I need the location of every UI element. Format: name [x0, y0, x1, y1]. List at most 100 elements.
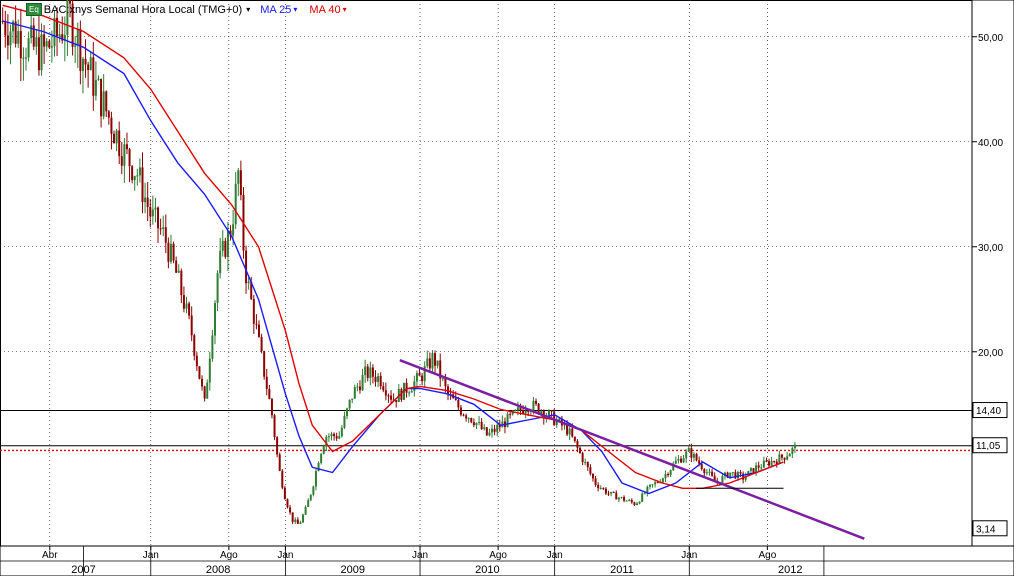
- symbol-label[interactable]: BAC:xnys Semanal Hora Local (TMG+0): [44, 4, 242, 16]
- price-bar-body: [491, 428, 494, 433]
- price-bar-body: [167, 242, 170, 262]
- price-axis: [971, 0, 1014, 547]
- price-bar-body: [320, 453, 323, 463]
- price-bar-body: [177, 270, 180, 273]
- price-bar-body: [348, 399, 351, 409]
- price-bar-body: [654, 482, 657, 485]
- symbol-dropdown-icon[interactable]: ▾: [246, 5, 250, 14]
- price-bar-body: [695, 453, 698, 461]
- price-bar-body: [314, 471, 317, 487]
- price-bar-body: [299, 522, 302, 524]
- price-bar-body: [149, 206, 152, 217]
- price-bar-body: [711, 471, 714, 476]
- price-bar-body: [159, 228, 162, 230]
- price-bar-body: [431, 353, 434, 369]
- price-bar-body: [162, 227, 165, 229]
- price-bar-body: [413, 381, 416, 391]
- price-bar-body: [708, 471, 711, 473]
- price-bar-body: [374, 376, 377, 382]
- price-bar-body: [382, 386, 385, 391]
- price-bar-body: [353, 387, 356, 399]
- price-bar-body: [739, 472, 742, 474]
- price-bar-body: [623, 497, 626, 501]
- price-bar-body: [483, 427, 486, 430]
- price-bar-body: [128, 149, 131, 167]
- price-bar-body: [506, 413, 509, 428]
- ma40-dropdown-icon[interactable]: ▾: [343, 5, 347, 14]
- price-bar-body: [340, 427, 343, 437]
- moving-averages: [2, 4, 784, 495]
- month-label: Abr: [42, 550, 58, 561]
- price-bar-body: [387, 395, 390, 397]
- price-bar-body: [524, 411, 527, 414]
- price-bar-body: [656, 482, 659, 484]
- price-bar-body: [615, 492, 618, 500]
- ma25-dropdown-icon[interactable]: ▾: [293, 5, 297, 14]
- price-bar-body: [371, 367, 374, 377]
- price-bar-body: [237, 170, 240, 184]
- price-bar-body: [87, 64, 90, 71]
- ma40-label[interactable]: MA 40: [309, 4, 340, 16]
- price-bar-body: [110, 117, 113, 134]
- ma25-label[interactable]: MA 25: [260, 4, 291, 16]
- price-bar-body: [612, 491, 615, 493]
- price-bar-body: [791, 448, 794, 454]
- price-bar-body: [594, 478, 597, 485]
- price-bar-body: [263, 351, 266, 377]
- price-bar-body: [692, 453, 695, 458]
- price-bar-body: [226, 230, 229, 257]
- price-bar-body: [188, 303, 191, 316]
- price-bar-body: [786, 456, 789, 460]
- price-bar-body: [379, 375, 382, 387]
- price-bar-body: [514, 409, 517, 411]
- price-bar-body: [133, 176, 136, 181]
- price-bar-body: [232, 224, 235, 236]
- price-bar-body: [364, 366, 367, 376]
- price-bar-body: [154, 207, 157, 210]
- price-bar-body: [30, 25, 33, 39]
- price-bar-body: [289, 507, 292, 513]
- price-bar-body: [576, 440, 579, 448]
- price-bar-body: [120, 156, 123, 166]
- price-bar-body: [24, 57, 27, 59]
- price-bar-body: [680, 458, 683, 463]
- price-bar-body: [408, 392, 411, 394]
- price-bar-body: [571, 428, 574, 437]
- price-bar-body: [736, 472, 739, 479]
- price-bar-body: [635, 503, 638, 505]
- price-chart[interactable]: 50,0040,0030,0020,0014,4011,053,14Abr Jan…: [0, 0, 1014, 576]
- price-bar-body: [773, 460, 776, 462]
- price-bar-body: [488, 432, 491, 436]
- price-bar-body: [294, 519, 297, 522]
- price-bar-body: [115, 130, 118, 144]
- price-bar-body: [190, 315, 193, 336]
- price-bar-body: [610, 491, 613, 494]
- price-bar-body: [268, 388, 271, 399]
- price-marker-label: 11,05: [976, 441, 1001, 452]
- price-bar-body: [454, 398, 457, 400]
- price-bar-body: [703, 469, 706, 474]
- price-bar-body: [674, 460, 677, 464]
- axes: 50,0040,0030,0020,0014,4011,053,14Abr Jan…: [0, 0, 1014, 576]
- price-bar-body: [175, 260, 178, 273]
- price-bar-body: [79, 28, 82, 71]
- price-bar-body: [265, 376, 268, 389]
- price-bar-body: [788, 453, 791, 457]
- price-bar-body: [208, 358, 211, 383]
- price-bar-body: [366, 366, 369, 378]
- price-bar-body: [257, 324, 260, 337]
- price-bar-body: [45, 41, 48, 47]
- price-bar-body: [22, 57, 25, 59]
- price-bar-body: [384, 390, 387, 396]
- price-bar-body: [778, 454, 781, 464]
- price-bar-body: [700, 463, 703, 470]
- price-bar-body: [462, 414, 465, 416]
- price-bar-body: [729, 472, 732, 478]
- price-bar-body: [690, 448, 693, 458]
- year-label: 2011: [610, 564, 634, 576]
- price-bar-body: [457, 399, 460, 408]
- y-tick-label: 50,00: [978, 33, 1003, 44]
- price-bar-body: [485, 427, 488, 436]
- price-bar-body: [102, 91, 105, 117]
- price-bar-body: [312, 486, 315, 495]
